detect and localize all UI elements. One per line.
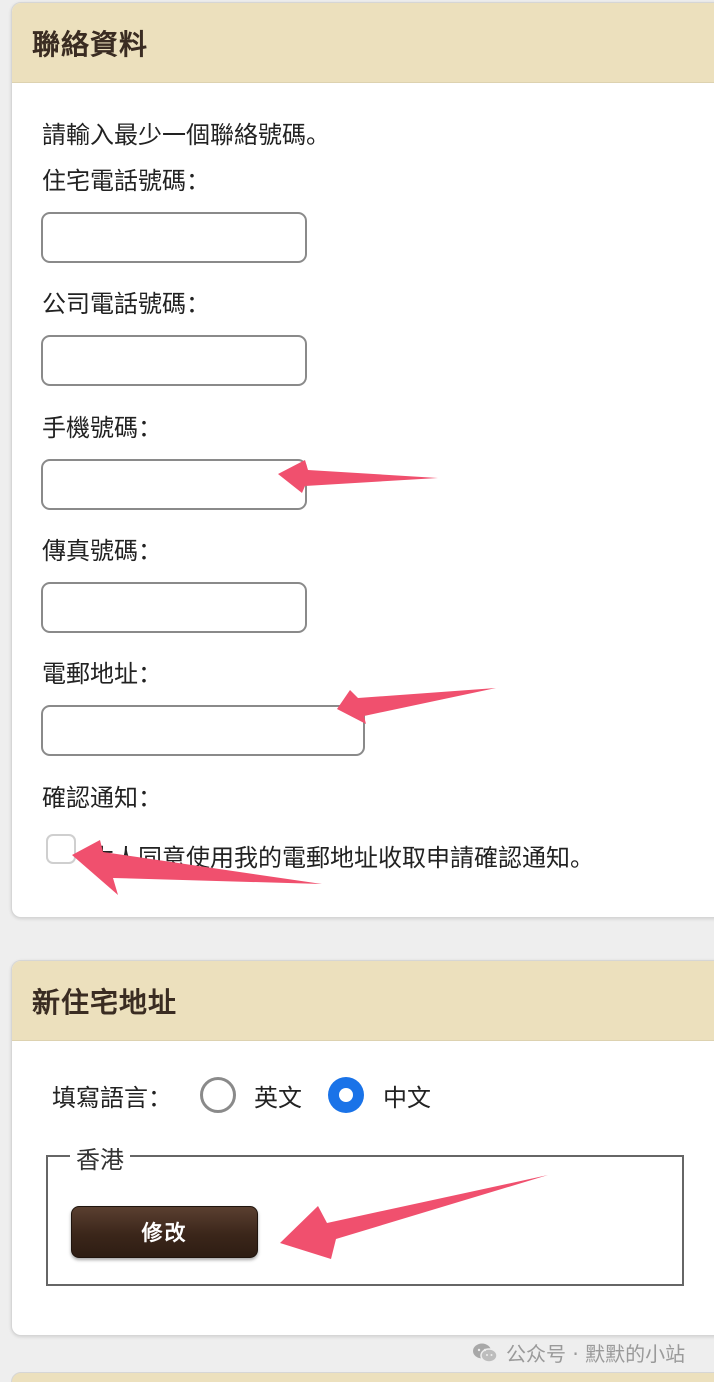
language-radio-chinese[interactable] xyxy=(328,1077,364,1113)
confirm-label: 確認通知： xyxy=(42,784,162,812)
consent-checkbox[interactable] xyxy=(46,834,76,864)
language-option-chinese: 中文 xyxy=(383,1084,431,1112)
next-card-header xyxy=(11,1372,714,1382)
consent-text: 本人同意使用我的電郵地址收取申請確認通知。 xyxy=(90,844,594,872)
home-phone-input[interactable] xyxy=(41,212,307,263)
watermark-text: 公众号 · 默默的小站 xyxy=(506,1342,686,1366)
language-label: 填寫語言： xyxy=(52,1084,172,1112)
contact-card: 聯絡資料 請輸入最少一個聯絡號碼。 住宅電話號碼： 公司電話號碼： 手機號碼： … xyxy=(11,2,714,918)
email-label: 電郵地址： xyxy=(42,660,162,688)
address-card-title: 新住宅地址 xyxy=(32,985,178,1019)
address-card: 新住宅地址 填寫語言： 英文 中文 香港 修改 xyxy=(11,960,714,1336)
email-input[interactable] xyxy=(41,705,365,756)
mobile-input[interactable] xyxy=(41,459,307,510)
contact-intro: 請輸入最少一個聯絡號碼。 xyxy=(42,121,330,149)
home-phone-label: 住宅電話號碼： xyxy=(42,167,210,195)
office-phone-label: 公司電話號碼： xyxy=(42,290,210,318)
address-card-header: 新住宅地址 xyxy=(12,961,714,1041)
edit-address-button[interactable]: 修改 xyxy=(71,1206,258,1258)
region-legend: 香港 xyxy=(70,1140,130,1175)
fax-label: 傳真號碼： xyxy=(42,537,162,565)
language-option-english: 英文 xyxy=(254,1084,302,1112)
wechat-icon xyxy=(472,1342,498,1364)
language-radio-english[interactable] xyxy=(200,1077,236,1113)
office-phone-input[interactable] xyxy=(41,335,307,386)
region-fieldset: 香港 修改 xyxy=(46,1140,684,1286)
contact-card-title: 聯絡資料 xyxy=(32,27,149,61)
contact-card-header: 聯絡資料 xyxy=(12,3,714,83)
mobile-label: 手機號碼： xyxy=(42,414,162,442)
fax-input[interactable] xyxy=(41,582,307,633)
watermark: 公众号 · 默默的小站 xyxy=(472,1338,685,1367)
radio-selected-dot xyxy=(339,1088,353,1102)
